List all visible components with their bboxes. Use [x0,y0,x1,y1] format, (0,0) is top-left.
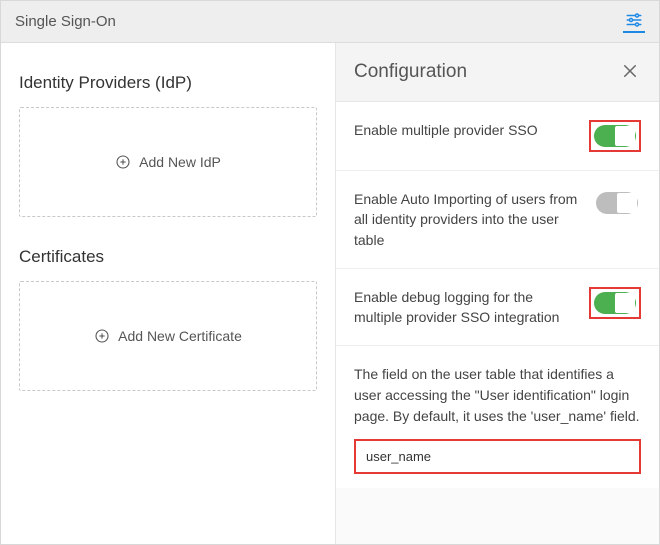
user-field-input-wrapper [354,439,641,474]
user-field-description: The field on the user table that identif… [354,364,641,427]
add-cert-label: Add New Certificate [118,328,242,344]
toggle-knob [615,126,635,146]
toggle-highlight-wrap [589,287,641,319]
config-row: Enable Auto Importing of users from all … [336,171,659,269]
toggle-highlight-wrap [593,189,641,217]
plus-circle-icon [94,328,110,344]
add-certificate-button[interactable]: Add New Certificate [19,281,317,391]
close-icon[interactable] [621,62,641,82]
certs-heading: Certificates [19,247,317,267]
config-title: Configuration [354,61,467,83]
left-panel: Identity Providers (IdP) Add New IdP Cer… [1,43,335,544]
user-field-section: The field on the user table that identif… [336,346,659,488]
idp-heading: Identity Providers (IdP) [19,73,317,93]
toggle-switch[interactable] [596,192,638,214]
config-header: Configuration [336,43,659,102]
plus-circle-icon [115,154,131,170]
page-title: Single Sign-On [15,13,116,30]
toggle-highlight-wrap [589,120,641,152]
config-row: Enable multiple provider SSO [336,102,659,171]
toggle-knob [615,293,635,313]
settings-sliders-icon[interactable] [623,11,645,33]
add-idp-label: Add New IdP [139,154,221,170]
config-row-label: Enable multiple provider SSO [354,120,577,140]
add-idp-button[interactable]: Add New IdP [19,107,317,217]
config-row-label: Enable debug logging for the multiple pr… [354,287,577,328]
topbar: Single Sign-On [1,1,659,43]
config-panel: Configuration Enable multiple provider S… [335,43,659,544]
config-row-label: Enable Auto Importing of users from all … [354,189,581,250]
user-field-input[interactable] [366,449,629,464]
config-row: Enable debug logging for the multiple pr… [336,269,659,347]
toggle-switch[interactable] [594,292,636,314]
toggle-knob [617,193,637,213]
main-content: Identity Providers (IdP) Add New IdP Cer… [1,43,659,544]
toggle-switch[interactable] [594,125,636,147]
